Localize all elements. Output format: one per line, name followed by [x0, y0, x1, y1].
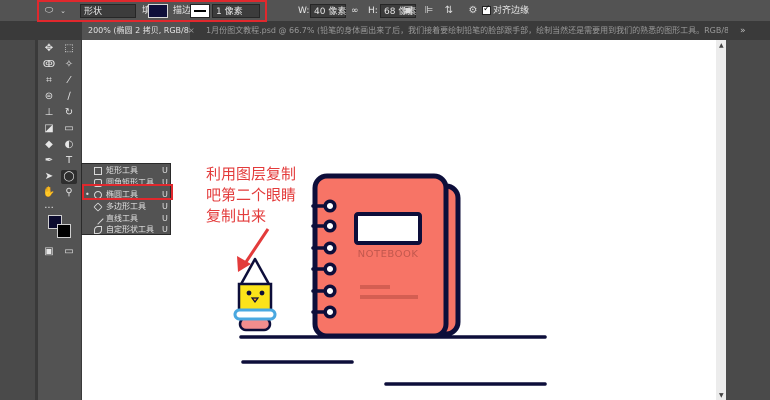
polygon-icon: [93, 202, 103, 212]
notebook-line-2: [360, 295, 418, 299]
flyout-item-custom-shape[interactable]: 自定形状工具 U: [82, 224, 170, 236]
notebook-line-1: [360, 285, 390, 289]
notebook-label-box: [354, 212, 422, 245]
line-icon: [92, 213, 104, 225]
annotation-text: 利用图层复制 吧第二个眼睛 复制出来: [206, 165, 297, 225]
flyout-item-rectangle[interactable]: 矩形工具 U: [82, 165, 170, 177]
custom-shape-icon: [94, 226, 102, 234]
notebook-label: NOTEBOOK: [357, 249, 419, 260]
rectangle-icon: [94, 167, 102, 175]
flyout-item-polygon[interactable]: 多边形工具 U: [82, 201, 170, 213]
highlight-box-ellipse-tool: [82, 184, 173, 200]
